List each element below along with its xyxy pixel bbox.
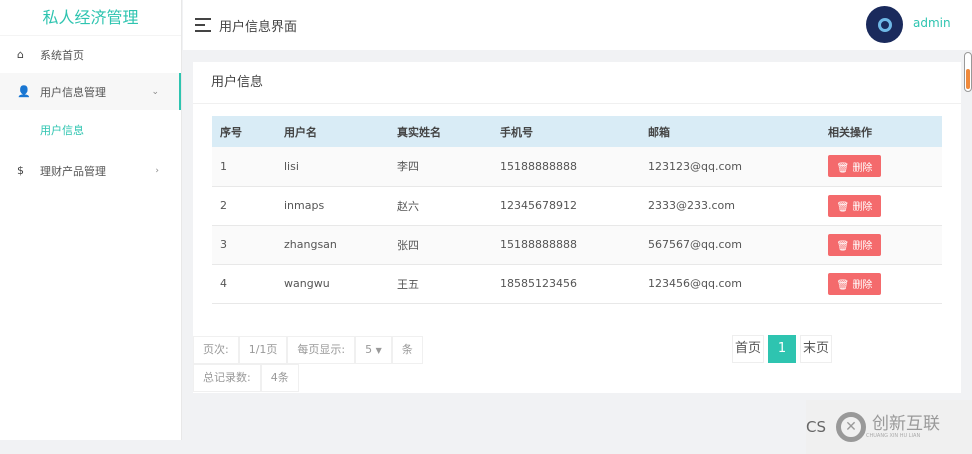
watermark: CS ✕ 创新互联 CHUANG XIN HU LIAN [806, 400, 972, 454]
table-cell: 王五 [397, 264, 500, 304]
last-page-button[interactable]: 末页 [800, 335, 833, 363]
trash-icon: 🗑 [836, 280, 850, 291]
sidebar-item-label: 理财产品管理 [40, 164, 106, 178]
delete-button[interactable]: 🗑 删除 [828, 194, 881, 217]
column-header: 相关操作 [828, 116, 942, 147]
table-cell: 15188888888 [500, 147, 648, 187]
table-cell: 2 [212, 186, 284, 226]
user-info-card: 用户信息 序号 用户名 真实姓名 手机号 邮箱 相关操作 1 lisi 李四 1518… [193, 62, 961, 393]
actions-cell: 🗑 删除 [828, 147, 942, 187]
scrollbar[interactable] [964, 52, 972, 92]
username-link[interactable]: admin [913, 16, 951, 30]
chevron-down-icon: ⌄ [151, 86, 159, 97]
table-cell: inmaps [284, 186, 397, 226]
table-cell: 18585123456 [500, 264, 648, 304]
watermark-prefix: CS [806, 418, 826, 436]
menu-toggle-icon[interactable] [195, 18, 211, 32]
per-page-select[interactable]: 5 ▼ [355, 336, 392, 364]
trash-icon: 🗑 [836, 162, 850, 174]
per-page-label: 每页显示: [287, 336, 356, 364]
delete-label: 删除 [852, 241, 873, 252]
total-bar: 总记录数: 4条 [193, 364, 299, 392]
table-cell: 4 [212, 264, 284, 304]
column-header: 邮箱 [648, 116, 828, 147]
app-title: 私人经济管理 [0, 0, 181, 36]
delete-label: 删除 [852, 280, 873, 291]
delete-button[interactable]: 🗑 删除 [828, 272, 881, 295]
table-row: 1 lisi 李四 15188888888 123123@qq.com 🗑 删除 [212, 147, 942, 187]
table-cell: 3 [212, 225, 284, 265]
column-header: 用户名 [284, 116, 397, 147]
table-cell: lisi [284, 147, 397, 187]
table-cell: 2333@233.com [648, 186, 828, 226]
per-page-unit: 条 [391, 336, 423, 364]
sidebar-subitem-user-info[interactable]: 用户信息 [0, 110, 181, 152]
delete-label: 删除 [852, 202, 873, 213]
page-title: 用户信息界面 [219, 19, 298, 35]
actions-cell: 🗑 删除 [828, 264, 942, 304]
page-info-bar: 页次: 1/1页 每页显示: 5 ▼ 条 [193, 336, 423, 364]
actions-cell: 🗑 删除 [828, 225, 942, 265]
sidebar-item-home[interactable]: ⌂ 系统首页 [0, 36, 181, 73]
home-icon: ⌂ [17, 48, 24, 61]
table-cell: 李四 [397, 147, 500, 187]
avatar[interactable] [866, 6, 903, 43]
table-cell: 123456@qq.com [648, 264, 828, 304]
sidebar: 私人经济管理 ⌂ 系统首页 👤 用户信息管理 ⌄ 用户信息 $ 理财产品管理 › [0, 0, 182, 440]
table-row: 3 zhangsan 张四 15188888888 567567@qq.com 🗑 删除 [212, 225, 942, 265]
page-label: 页次: [193, 336, 239, 364]
table-cell: 123123@qq.com [648, 147, 828, 187]
actions-cell: 🗑 删除 [828, 186, 942, 226]
brand-logo-icon: ✕ [836, 412, 866, 442]
page-value: 1/1页 [238, 336, 288, 364]
table-row: 4 wangwu 王五 18585123456 123456@qq.com 🗑 删除 [212, 264, 942, 304]
sidebar-item-finance-products[interactable]: $ 理财产品管理 › [0, 152, 181, 189]
delete-button[interactable]: 🗑 删除 [828, 155, 881, 178]
delete-label: 删除 [852, 162, 873, 174]
table-cell: 赵六 [397, 186, 500, 226]
header: 用户信息界面 admin [183, 0, 972, 50]
table-cell: 12345678912 [500, 186, 648, 226]
total-label: 总记录数: [193, 364, 261, 392]
page-button-current[interactable]: 1 [768, 335, 797, 363]
watermark-brand: 创新互联 [872, 414, 940, 434]
sidebar-item-label: 用户信息管理 [40, 85, 106, 99]
column-header: 真实姓名 [397, 116, 500, 147]
table-cell: 15188888888 [500, 225, 648, 265]
card-title: 用户信息 [193, 62, 961, 104]
trash-icon: 🗑 [836, 241, 850, 252]
pagination: 首页 1 末页 [732, 335, 833, 363]
table-cell: zhangsan [284, 225, 397, 265]
sidebar-item-user-management[interactable]: 👤 用户信息管理 ⌄ [0, 73, 181, 110]
first-page-button[interactable]: 首页 [732, 335, 765, 363]
table-cell: wangwu [284, 264, 397, 304]
column-header: 手机号 [500, 116, 648, 147]
chevron-right-icon: › [155, 165, 159, 176]
table-cell: 567567@qq.com [648, 225, 828, 265]
trash-icon: 🗑 [836, 202, 850, 213]
money-icon: $ [17, 164, 24, 177]
user-table: 序号 用户名 真实姓名 手机号 邮箱 相关操作 1 lisi 李四 151888888… [212, 116, 942, 304]
user-gear-icon: 👤 [17, 85, 31, 98]
caret-down-icon: ▼ [375, 346, 382, 355]
column-header: 序号 [212, 116, 284, 147]
total-value: 4条 [260, 364, 299, 392]
table-row: 2 inmaps 赵六 12345678912 2333@233.com 🗑 删除 [212, 186, 942, 226]
sidebar-item-label: 系统首页 [40, 48, 84, 62]
table-cell: 1 [212, 147, 284, 187]
delete-button[interactable]: 🗑 删除 [828, 233, 881, 256]
per-page-value: 5 [365, 343, 373, 356]
table-cell: 张四 [397, 225, 500, 265]
